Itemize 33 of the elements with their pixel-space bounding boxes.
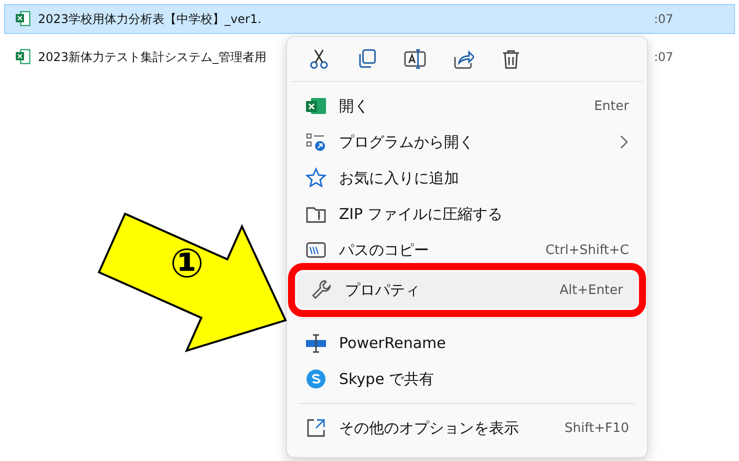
shortcut-text: Alt+Enter — [560, 282, 623, 298]
menu-item[interactable]: その他のオプションを表示 Shift+F10 — [291, 410, 643, 446]
file-row[interactable]: 2023新体力テスト集計システム_管理者用 :07 — [4, 42, 735, 72]
share-icon — [452, 48, 474, 70]
menu-item[interactable]: パスのコピー Ctrl+Shift+C — [291, 232, 643, 268]
shortcut-text: Enter — [594, 98, 629, 114]
star-icon — [305, 167, 327, 189]
menu-item[interactable]: ZIP ファイルに圧縮する — [291, 196, 643, 232]
expand-window-icon — [305, 417, 327, 439]
menu-item[interactable]: PowerRename — [291, 325, 643, 361]
skype-icon — [305, 368, 327, 390]
excel-file-icon — [15, 10, 33, 28]
shortcut-text: Shift+F10 — [564, 420, 629, 436]
step-number: ① — [170, 244, 204, 284]
excel-icon — [305, 95, 327, 117]
menu-item[interactable]: 開く Enter — [291, 88, 643, 124]
file-date: :07 — [654, 50, 674, 64]
file-row[interactable]: 2023学校用体力分析表【中学校】_ver1. :07 — [4, 4, 735, 34]
file-name: 2023新体力テスト集計システム_管理者用 — [38, 48, 267, 66]
wrench-icon — [311, 279, 333, 301]
excel-file-icon — [15, 48, 33, 66]
trash-icon — [500, 48, 522, 70]
menu-item[interactable]: Skype で共有 — [291, 361, 643, 397]
rename-icon — [404, 48, 426, 70]
file-name: 2023学校用体力分析表【中学校】_ver1. — [38, 10, 262, 28]
menu-item[interactable]: プログラムから開く — [291, 124, 643, 160]
menu-item[interactable]: プロパティ Alt+Enter — [297, 272, 637, 308]
rename-tool-icon — [305, 332, 327, 354]
app-list-icon — [305, 131, 327, 153]
scissors-icon — [308, 48, 330, 70]
file-date: :07 — [654, 12, 674, 26]
shortcut-text: Ctrl+Shift+C — [545, 242, 629, 258]
menu-item[interactable]: お気に入りに追加 — [291, 160, 643, 196]
